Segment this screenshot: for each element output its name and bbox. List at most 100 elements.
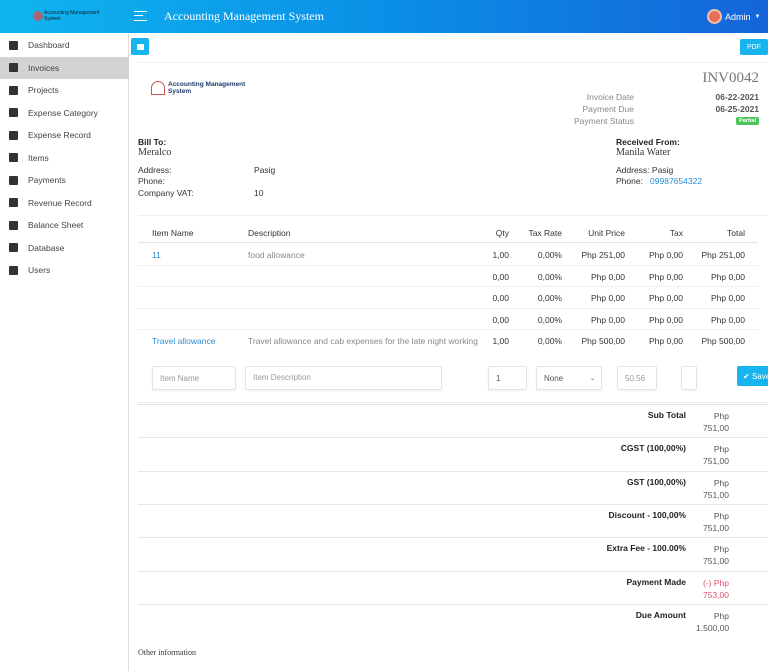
sidebar-item-label: Expense Category	[28, 107, 98, 118]
total: Php 0,00	[710, 293, 745, 303]
divider	[138, 404, 768, 405]
bill-to-name: Meralco	[138, 147, 172, 158]
column-header: Qty	[495, 228, 509, 238]
received-from-heading: Received From:	[616, 137, 680, 147]
item-name[interactable]: Travel allowance	[152, 336, 215, 346]
sidebar-item-label: Users	[28, 265, 51, 275]
divider	[138, 570, 768, 572]
sidebar-item-label: Projects	[28, 85, 59, 95]
total: Php 251,00	[701, 250, 745, 260]
sidebar-item-items[interactable]: Items	[0, 147, 129, 169]
item-name-input[interactable]: Item Name	[152, 366, 236, 390]
invoice-number: INV0042	[702, 70, 759, 86]
unit-price: Php 251,00	[581, 250, 625, 260]
tax: Php 0,00	[648, 314, 683, 325]
user-icon	[9, 265, 18, 275]
bill-to-address: Pasig	[254, 165, 276, 175]
invoice-date-label: Invoice Date	[586, 92, 634, 102]
received-from-phone: Phone: 09987654322	[616, 176, 702, 186]
total-label: Discount - 100,00%	[608, 509, 686, 520]
sidebar-item-label: Payments	[28, 175, 66, 185]
unit-price: Php 0,00	[590, 314, 625, 325]
total-value: Php 751,00	[703, 411, 729, 433]
tax-rate: 0,00%	[537, 314, 562, 325]
column-header: Description	[248, 228, 291, 238]
sidebar-item-balance-sheet[interactable]: Balance Sheet	[0, 214, 129, 236]
search-dollar-icon	[9, 108, 18, 117]
received-from-name: Manila Water	[616, 147, 671, 158]
print-button[interactable]	[131, 38, 149, 55]
column-header: Total	[727, 228, 745, 238]
total: Php 500,00	[701, 336, 745, 346]
phone-link[interactable]: 09987654322	[650, 176, 702, 186]
address-label: Address:	[616, 165, 650, 175]
qty: 1,00	[492, 336, 509, 346]
sidebar-item-projects[interactable]: Projects	[0, 79, 129, 101]
sidebar-item-invoices[interactable]: Invoices	[0, 56, 129, 79]
database-icon	[9, 243, 18, 252]
total-value: (-) Php 753,00	[703, 577, 729, 600]
sidebar-item-users[interactable]: Users	[0, 259, 129, 281]
unit-price: Php 0,00	[590, 293, 625, 303]
item-name[interactable]: 11	[152, 250, 161, 260]
sidebar-item-expense-record[interactable]: Expense Record	[0, 124, 129, 146]
item-description-input[interactable]: Item Description	[245, 366, 442, 390]
list-icon	[9, 153, 18, 162]
menu-toggle-icon[interactable]	[134, 11, 147, 21]
total-label: CGST (100,00%)	[620, 443, 686, 454]
divider	[138, 437, 768, 439]
sidebar-item-label: Revenue Record	[28, 197, 92, 208]
app-title: Accounting Management System	[164, 9, 324, 23]
tax-input[interactable]	[681, 366, 697, 390]
quantity-input[interactable]: 1	[488, 366, 527, 390]
tax-select-value: None	[544, 373, 564, 383]
sidebar-item-database[interactable]: Database	[0, 237, 129, 259]
unit-price: Php 0,00	[590, 271, 625, 282]
column-header: Item Name	[152, 228, 194, 238]
divider	[138, 62, 768, 63]
avatar	[707, 9, 722, 24]
tax-rate: 0,00%	[537, 250, 562, 260]
user-name: Admin	[725, 11, 751, 22]
save-button[interactable]: ✔ Save	[737, 366, 768, 386]
sidebar-item-label: Database	[28, 242, 65, 253]
address-value: Pasig	[651, 165, 674, 175]
user-menu[interactable]: Admin ▼	[707, 9, 760, 24]
sidebar-item-expense-category[interactable]: Expense Category	[0, 102, 129, 124]
status-badge: Partial	[736, 117, 759, 125]
total-value: Php 751,00	[703, 544, 729, 567]
check-icon: ✔	[743, 371, 750, 381]
sidebar: Dashboard Invoices Projects Expense Categor…	[0, 33, 129, 671]
total-value: Php 751,00	[703, 510, 729, 533]
item-description: food allowance	[248, 250, 305, 260]
phone-label: Phone:	[616, 176, 643, 186]
sidebar-item-dashboard[interactable]: Dashboard	[0, 34, 129, 56]
other-information: Other information	[138, 648, 196, 657]
sidebar-item-payments[interactable]: Payments	[0, 169, 129, 191]
pdf-button[interactable]: PDF	[740, 39, 768, 55]
top-bar: Accounting Management System Accounting …	[0, 0, 768, 33]
file-invoice-icon	[9, 220, 18, 230]
sidebar-item-label: Items	[28, 152, 49, 163]
sidebar-item-label: Dashboard	[28, 40, 70, 50]
qty: 0,00	[492, 293, 509, 303]
header-logo-text: Accounting Management System	[44, 10, 100, 22]
save-label: Save	[751, 371, 768, 381]
filter-dollar-icon	[9, 198, 18, 207]
unit-price-input[interactable]: 50.56	[617, 366, 657, 390]
payment-due-label: Payment Due	[582, 104, 635, 114]
tax-rate: 0,00%	[537, 336, 562, 346]
dashboard-icon	[9, 40, 18, 50]
tax: Php 0,00	[648, 271, 683, 282]
total: Php 0,00	[710, 271, 745, 282]
qty: 1,00	[492, 250, 509, 260]
total-label: Due Amount	[635, 609, 686, 620]
qty: 0,00	[492, 314, 509, 325]
tax-select[interactable]: None ⌄	[536, 366, 602, 390]
bill-to-address-label: Address:	[138, 165, 172, 175]
logo-icon	[33, 11, 43, 21]
sidebar-item-revenue-record[interactable]: Revenue Record	[0, 192, 129, 214]
caret-down-icon: ▼	[754, 13, 761, 20]
sidebar-item-label: Balance Sheet	[28, 220, 84, 230]
sitemap-icon	[9, 85, 18, 95]
